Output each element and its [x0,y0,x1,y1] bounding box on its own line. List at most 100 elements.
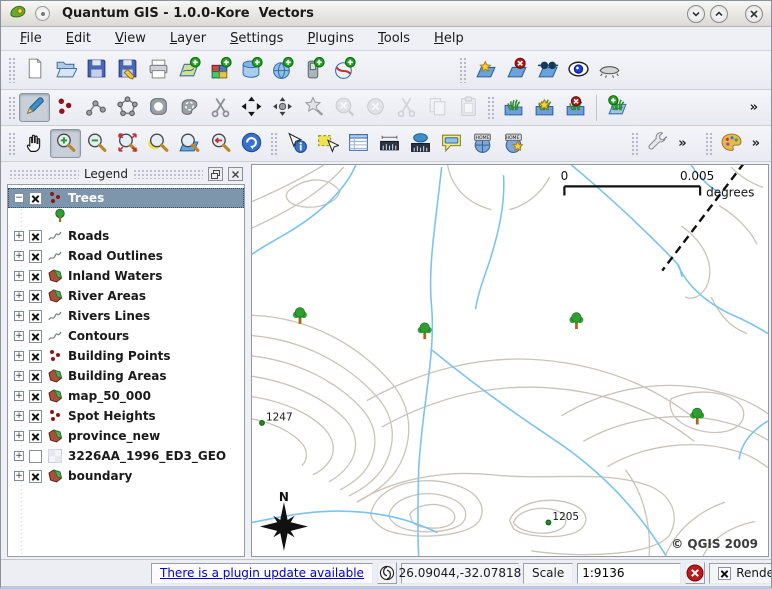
save-project-button[interactable] [81,56,112,85]
open-attribute-table-button[interactable] [343,129,374,158]
toolbar-overflow-icon[interactable]: » [745,100,763,115]
layer-checkbox[interactable] [29,250,42,263]
legend-item-boundary[interactable]: +boundary [8,466,244,486]
panel-drag-handle[interactable] [133,169,203,179]
legend-item-river-areas[interactable]: +River Areas [8,286,244,306]
legend-item-spot-heights[interactable]: +Spot Heights [8,406,244,426]
menu-layer[interactable]: Layer [161,29,215,48]
layer-checkbox[interactable] [29,390,42,403]
measure-line-button[interactable] [374,129,405,158]
layer-checkbox[interactable] [29,370,42,383]
close-icon[interactable] [745,5,763,23]
open-project-button[interactable] [50,56,81,85]
legend-item-building-points[interactable]: +Building Points [8,346,244,366]
toolbar-handle[interactable] [8,57,16,82]
capture-point-button[interactable] [50,93,81,122]
menu-view[interactable]: View [106,29,155,48]
fill-ring-tool-button[interactable] [174,93,205,122]
layer-checkbox[interactable] [29,430,42,443]
delete-part-button[interactable] [360,93,391,122]
move-vertex-button[interactable] [267,93,298,122]
move-feature-button[interactable] [236,93,267,122]
stop-render-icon[interactable] [685,562,705,584]
legend-item-trees[interactable]: −Trees [8,188,244,208]
legend-item-province-new[interactable]: +province_new [8,426,244,446]
style-palette-button[interactable] [716,129,747,158]
toolbar-handle[interactable] [8,96,16,119]
expand-icon[interactable]: + [14,291,24,301]
legend-item-inland-waters[interactable]: +Inland Waters [8,266,244,286]
legend-item-road-outlines[interactable]: +Road Outlines [8,246,244,266]
menu-help[interactable]: Help [425,29,473,48]
close-panel-icon[interactable] [228,167,243,181]
menu-settings[interactable]: Settings [221,29,292,48]
select-features-button[interactable] [312,129,343,158]
new-vector-layer-button[interactable] [470,56,501,85]
expand-icon[interactable]: + [14,311,24,321]
ring-tool-button[interactable] [143,93,174,122]
copy-features-button[interactable] [422,93,453,122]
legend-item-map-50-000[interactable]: +map_50_000 [8,386,244,406]
layer-checkbox[interactable] [29,470,42,483]
expand-icon[interactable]: + [14,451,24,461]
paste-features-button[interactable] [453,93,484,122]
zoom-full-extent-button[interactable] [112,129,143,158]
plugin-update-link[interactable]: There is a plugin update available [160,566,364,580]
layer-checkbox[interactable] [29,230,42,243]
toolbar-handle[interactable] [631,132,639,155]
zoom-to-selection-button[interactable] [143,129,174,158]
capture-line-button[interactable] [81,93,112,122]
new-project-button[interactable] [19,56,50,85]
grass-add-vector-button[interactable] [602,93,633,122]
scale-input[interactable] [577,563,681,584]
add-wms-layer-button[interactable] [267,56,298,85]
zoom-out-button[interactable] [81,129,112,158]
save-project-as-button[interactable] [112,56,143,85]
hide-all-layers-button[interactable] [594,56,625,85]
print-button[interactable] [143,56,174,85]
add-wfs-layer-button[interactable] [329,56,360,85]
coordinate-capture-icon[interactable] [377,562,397,584]
refresh-map-button[interactable] [236,129,267,158]
layer-checkbox[interactable] [29,192,42,205]
expand-icon[interactable]: + [14,271,24,281]
expand-icon[interactable]: + [14,251,24,261]
add-postgis-layer-button[interactable] [236,56,267,85]
delete-selected-button[interactable] [298,93,329,122]
layer-checkbox[interactable] [29,330,42,343]
zoom-last-button[interactable] [205,129,236,158]
map-canvas[interactable]: 0 0.005 degrees N 12471205 © QGIS 2009 [251,164,769,557]
toolbar-overflow-icon[interactable]: » [747,136,765,151]
legend-item-contours[interactable]: +Contours [8,326,244,346]
toolbar-handle[interactable] [459,57,467,82]
layer-checkbox[interactable] [29,270,42,283]
window-menu-button[interactable] [35,6,50,21]
add-vector-layer-button[interactable] [174,56,205,85]
capture-polygon-button[interactable] [112,93,143,122]
float-panel-icon[interactable] [208,167,223,181]
legend-item-roads[interactable]: +Roads [8,226,244,246]
menu-plugins[interactable]: Plugins [298,29,363,48]
add-gpx-layer-button[interactable] [298,56,329,85]
expand-icon[interactable]: + [14,231,24,241]
legend-item-rivers-lines[interactable]: +Rivers Lines [8,306,244,326]
cut-features-button[interactable] [391,93,422,122]
zoom-in-button[interactable] [50,129,81,158]
split-features-button[interactable] [205,93,236,122]
menu-file[interactable]: File [11,29,51,48]
panel-drag-handle[interactable] [9,169,79,179]
expand-icon[interactable]: + [14,471,24,481]
map-tips-button[interactable] [436,129,467,158]
grass-close-mapset-button[interactable] [560,93,591,122]
expand-icon[interactable]: + [14,431,24,441]
layer-checkbox[interactable] [29,310,42,323]
maximize-icon[interactable] [710,5,728,23]
legend-item-3226aa-1996-ed3-geo[interactable]: +3226AA_1996_ED3_GEO [8,446,244,466]
layer-checkbox[interactable] [29,350,42,363]
identify-features-button[interactable] [281,129,312,158]
layer-properties-button[interactable] [532,56,563,85]
expand-icon[interactable]: + [14,411,24,421]
toolbar-handle[interactable] [705,132,713,155]
legend-item-building-areas[interactable]: +Building Areas [8,366,244,386]
layer-checkbox[interactable] [29,410,42,423]
